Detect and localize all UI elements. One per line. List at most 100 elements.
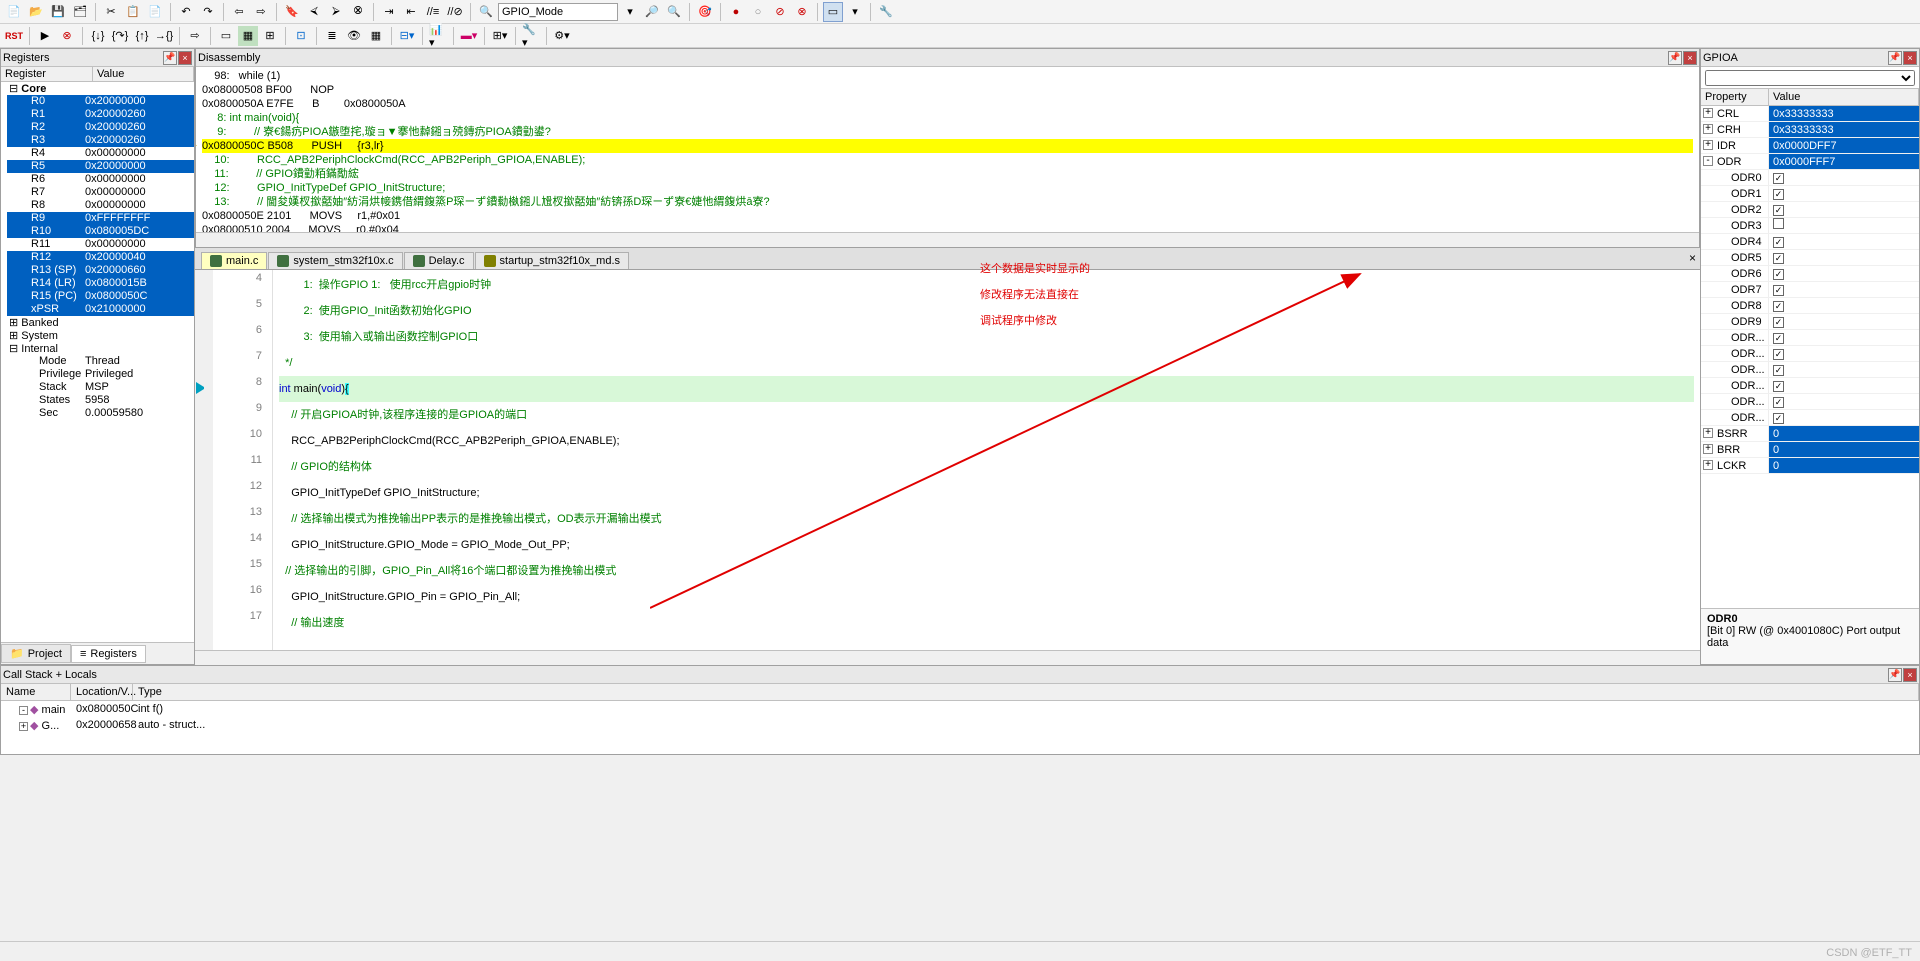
breakpoint-insert-icon[interactable]: ●: [726, 2, 746, 22]
tab-registers[interactable]: ≡ Registers: [71, 645, 146, 663]
nav-fwd-icon[interactable]: ⇨: [251, 2, 271, 22]
disasm-close-icon[interactable]: ×: [1683, 51, 1697, 65]
register-row[interactable]: R14 (LR)0x0800015B: [7, 277, 194, 290]
gpio-property-row[interactable]: +CRL0x33333333: [1701, 106, 1919, 122]
disassembly-view[interactable]: 98: while (1) 0x08000508 BF00 NOP 0x0800…: [196, 67, 1699, 232]
disasm-line[interactable]: 11: // GPIO鐨勭粨鏋勪綋: [202, 167, 1693, 181]
reg-internal-node[interactable]: ⊟ Internal: [7, 342, 194, 355]
tab-project[interactable]: 📁 Project: [1, 644, 71, 663]
update-icon[interactable]: ⚙▾: [552, 26, 572, 46]
code-line[interactable]: 3: 使用输入或输出函数控制GPIO口: [279, 324, 1694, 350]
gpio-header-val[interactable]: Value: [1769, 89, 1919, 105]
toolbox-icon[interactable]: 🔧▾: [521, 26, 541, 46]
checkbox[interactable]: ✓: [1773, 173, 1784, 184]
disasm-line[interactable]: 0x0800050A E7FE B 0x0800050A: [202, 97, 1693, 111]
step-over-icon[interactable]: {↷}: [110, 26, 130, 46]
gpio-property-row[interactable]: ODR5✓: [1701, 250, 1919, 266]
code-line[interactable]: */: [279, 350, 1694, 376]
code-line[interactable]: // 开启GPIOA时钟,该程序连接的是GPIOA的端口: [279, 402, 1694, 428]
code-line[interactable]: // 输出速度: [279, 610, 1694, 636]
gpio-property-row[interactable]: ODR...✓: [1701, 346, 1919, 362]
checkbox[interactable]: ✓: [1773, 333, 1784, 344]
callstack-pin-icon[interactable]: 📌: [1888, 668, 1902, 682]
call-stack-icon[interactable]: ≣: [322, 26, 342, 46]
symbol-window-icon[interactable]: ⊞: [260, 26, 280, 46]
register-row[interactable]: R00x20000000: [7, 95, 194, 108]
open-file-icon[interactable]: 📂: [26, 2, 46, 22]
system-viewer-icon[interactable]: ⊞▾: [490, 26, 510, 46]
cs-header-loc[interactable]: Location/V...: [71, 684, 133, 700]
search-dropdown-icon[interactable]: ▾: [620, 2, 640, 22]
registers-close-icon[interactable]: ×: [178, 51, 192, 65]
checkbox[interactable]: ✓: [1773, 365, 1784, 376]
gpio-pin-icon[interactable]: 📌: [1888, 51, 1902, 65]
reg-system-node[interactable]: ⊞ System: [7, 329, 194, 342]
register-internal-row[interactable]: States5958: [7, 394, 194, 407]
disasm-hscroll[interactable]: [196, 232, 1699, 247]
editor-close-icon[interactable]: ×: [1689, 251, 1696, 265]
gpio-property-row[interactable]: ODR8✓: [1701, 298, 1919, 314]
code-line[interactable]: // 选择输出模式为推挽输出PP表示的是推挽输出模式，OD表示开漏输出模式: [279, 506, 1694, 532]
debug-start-icon[interactable]: 🎯: [695, 2, 715, 22]
code-line[interactable]: GPIO_InitStructure.GPIO_Mode = GPIO_Mode…: [279, 532, 1694, 558]
register-row[interactable]: R100x080005DC: [7, 225, 194, 238]
register-internal-row[interactable]: StackMSP: [7, 381, 194, 394]
bookmark-next-icon[interactable]: ⮚: [326, 2, 346, 22]
reset-icon[interactable]: RST: [4, 26, 24, 46]
expand-icon[interactable]: +: [1703, 124, 1713, 134]
callstack-row[interactable]: -◆ main0x0800050Cint f(): [1, 701, 1919, 717]
configure-icon[interactable]: 🔧: [876, 2, 896, 22]
register-row[interactable]: R13 (SP)0x20000660: [7, 264, 194, 277]
disasm-line[interactable]: 0x0800050E 2101 MOVS r1,#0x01: [202, 209, 1693, 223]
editor-tab[interactable]: startup_stm32f10x_md.s: [475, 252, 629, 269]
watch-icon[interactable]: 👁: [344, 26, 364, 46]
checkbox[interactable]: ✓: [1773, 397, 1784, 408]
gpio-property-row[interactable]: +BSRR0: [1701, 426, 1919, 442]
serial-icon[interactable]: ⊟▾: [397, 26, 417, 46]
checkbox[interactable]: ✓: [1773, 189, 1784, 200]
checkbox[interactable]: ✓: [1773, 205, 1784, 216]
code-line[interactable]: GPIO_InitTypeDef GPIO_InitStructure;: [279, 480, 1694, 506]
breakpoint-kill-icon[interactable]: ⊘: [770, 2, 790, 22]
run-to-cursor-icon[interactable]: →{}: [154, 26, 174, 46]
checkbox[interactable]: ✓: [1773, 237, 1784, 248]
code-line[interactable]: // GPIO的结构体: [279, 454, 1694, 480]
step-into-icon[interactable]: {↓}: [88, 26, 108, 46]
reg-banked-node[interactable]: ⊞ Banked: [7, 316, 194, 329]
cut-icon[interactable]: ✂: [101, 2, 121, 22]
gpio-property-row[interactable]: +IDR0x0000DFF7: [1701, 138, 1919, 154]
editor-tab[interactable]: main.c: [201, 252, 267, 269]
gpio-property-row[interactable]: ODR9✓: [1701, 314, 1919, 330]
register-row[interactable]: R50x20000000: [7, 160, 194, 173]
disasm-line[interactable]: 0x08000510 2004 MOVS r0,#0x04: [202, 223, 1693, 232]
disasm-window-icon[interactable]: ▦: [238, 26, 258, 46]
save-all-icon[interactable]: 🗂: [70, 2, 90, 22]
gpio-property-row[interactable]: ODR3: [1701, 218, 1919, 234]
checkbox[interactable]: ✓: [1773, 317, 1784, 328]
expand-icon[interactable]: +: [1703, 140, 1713, 150]
code-line[interactable]: GPIO_InitStructure.GPIO_Pin = GPIO_Pin_A…: [279, 584, 1694, 610]
code-line[interactable]: 2: 使用GPIO_Init函数初始化GPIO: [279, 298, 1694, 324]
expand-icon[interactable]: +: [1703, 460, 1713, 470]
save-icon[interactable]: 💾: [48, 2, 68, 22]
gpio-property-row[interactable]: ODR...✓: [1701, 378, 1919, 394]
cs-header-type[interactable]: Type: [133, 684, 1919, 700]
register-row[interactable]: R90xFFFFFFFF: [7, 212, 194, 225]
undo-icon[interactable]: ↶: [176, 2, 196, 22]
window-icon[interactable]: ▭: [823, 2, 843, 22]
register-internal-row[interactable]: Sec0.00059580: [7, 407, 194, 420]
analysis-icon[interactable]: 📊▾: [428, 26, 448, 46]
trace-icon[interactable]: ▬▾: [459, 26, 479, 46]
gpio-property-row[interactable]: ODR0✓: [1701, 170, 1919, 186]
register-row[interactable]: R80x00000000: [7, 199, 194, 212]
bookmark-clear-icon[interactable]: ⮿: [348, 2, 368, 22]
gpio-property-row[interactable]: ODR2✓: [1701, 202, 1919, 218]
checkbox[interactable]: ✓: [1773, 285, 1784, 296]
search-combo[interactable]: [498, 3, 618, 21]
checkbox[interactable]: ✓: [1773, 349, 1784, 360]
disasm-line[interactable]: 10: RCC_APB2PeriphClockCmd(RCC_APB2Perip…: [202, 153, 1693, 167]
disasm-line[interactable]: 98: while (1): [202, 69, 1693, 83]
callstack-rows[interactable]: -◆ main0x0800050Cint f()+◆ G...0x2000065…: [1, 701, 1919, 754]
new-file-icon[interactable]: 📄: [4, 2, 24, 22]
gpio-property-row[interactable]: +CRH0x33333333: [1701, 122, 1919, 138]
